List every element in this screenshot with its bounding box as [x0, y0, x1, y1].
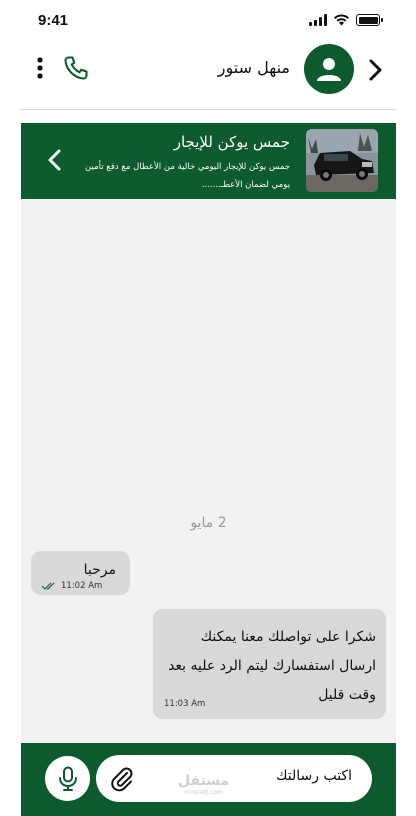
- watermark-subtext: mostaql.com: [184, 789, 224, 796]
- avatar[interactable]: [304, 44, 354, 94]
- listing-thumbnail: [306, 129, 378, 192]
- listing-banner[interactable]: جمس يوكن للإيجار جمس يوكن للإيجار اليومي…: [21, 123, 396, 199]
- message-bubble-received[interactable]: شكرا على تواصلك معنا يمكنك ارسال استفسار…: [153, 609, 386, 719]
- status-bar: 9:41: [0, 0, 416, 40]
- message-text: شكرا على تواصلك معنا يمكنك ارسال استفسار…: [168, 629, 376, 703]
- battery-icon: [356, 14, 383, 26]
- wifi-icon: [334, 14, 349, 26]
- listing-title: جمس يوكن للإيجار: [173, 133, 290, 151]
- message-time: 11:02 Am: [61, 581, 103, 591]
- header-divider: [20, 109, 396, 110]
- composer-bar: مستقل mostaql.com: [21, 743, 396, 816]
- contact-name: منهل ستور: [217, 58, 290, 77]
- chevron-right-icon[interactable]: [362, 56, 390, 84]
- more-vertical-icon[interactable]: [30, 54, 50, 84]
- watermark: مستقل mostaql.com: [178, 774, 229, 799]
- chat-header: منهل ستور: [0, 40, 416, 102]
- listing-description: جمس يوكن للإيجار اليومي خالية من الأعطال…: [85, 162, 290, 190]
- message-time: 11:03 Am: [164, 699, 206, 709]
- chevron-left-icon[interactable]: [43, 147, 67, 173]
- message-input-container[interactable]: مستقل mostaql.com: [96, 755, 372, 802]
- black-suv-photo: [306, 129, 378, 192]
- paperclip-icon[interactable]: [108, 765, 136, 793]
- phone-icon[interactable]: [62, 54, 90, 82]
- date-separator: 2 مايو: [190, 515, 227, 531]
- messages-area[interactable]: 2 مايو مرحبا 11:02 Am شكرا على تواصلك مع…: [21, 199, 396, 744]
- user-icon: [317, 58, 341, 81]
- microphone-icon: [58, 766, 77, 791]
- mic-button[interactable]: [45, 756, 90, 801]
- message-text: مرحبا: [83, 562, 116, 578]
- status-time: 9:41: [38, 12, 69, 29]
- signal-icon: [309, 14, 327, 26]
- double-check-icon: [41, 582, 55, 590]
- message-bubble-sent[interactable]: مرحبا 11:02 Am: [31, 551, 130, 595]
- status-icons: [309, 14, 383, 26]
